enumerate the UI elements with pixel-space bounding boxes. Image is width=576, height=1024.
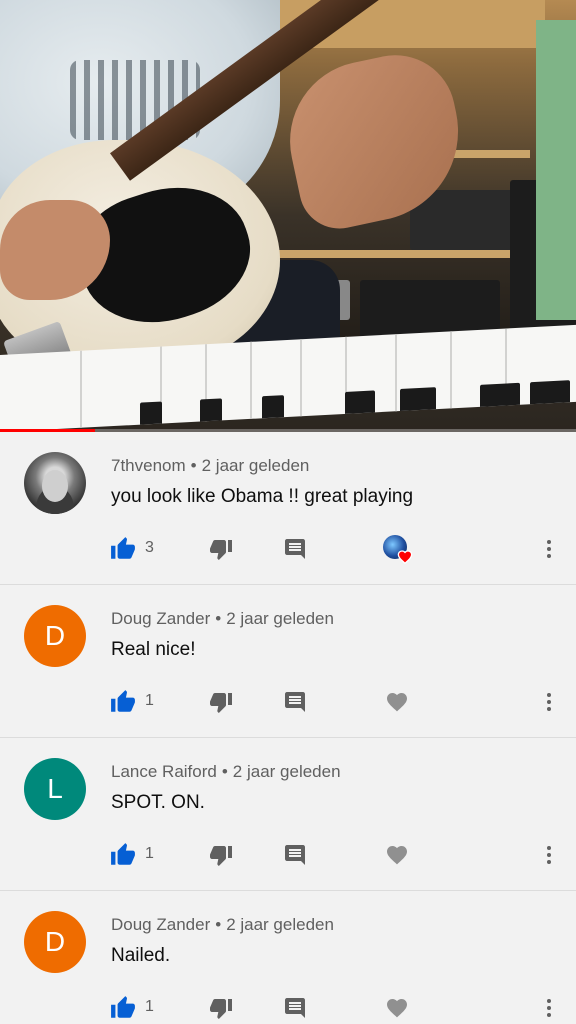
comment-time: 2 jaar geleden — [226, 915, 334, 934]
reply-icon — [285, 845, 305, 865]
comment-text: you look like Obama !! great playing — [111, 486, 414, 507]
thumb-up-icon — [111, 690, 135, 712]
dislike-button[interactable] — [209, 840, 233, 870]
comment-author[interactable]: Doug Zander — [111, 915, 210, 934]
comment-text: Real nice! — [111, 639, 196, 660]
comment-item: D Doug Zander • 2 jaar geleden Nailed. 1 — [0, 891, 576, 1024]
comment-time: 2 jaar geleden — [226, 609, 334, 628]
heart-button[interactable] — [385, 840, 409, 870]
heart-icon — [397, 550, 413, 565]
video-green-wall — [536, 20, 576, 320]
heart-button[interactable] — [385, 687, 409, 717]
comment-meta: Lance Raiford • 2 jaar geleden — [111, 762, 341, 782]
comment-actions: 1 — [0, 687, 576, 717]
reply-icon — [285, 692, 305, 712]
reply-icon — [285, 539, 305, 559]
heart-icon — [387, 999, 407, 1018]
like-count: 1 — [145, 692, 154, 709]
comment-time: 2 jaar geleden — [232, 762, 341, 781]
comment-meta: Doug Zander • 2 jaar geleden — [111, 609, 334, 629]
comment-item: 7thvenom • 2 jaar geleden you look like Ob… — [0, 432, 576, 585]
more-options-button[interactable] — [540, 534, 558, 564]
dislike-button[interactable] — [209, 993, 233, 1023]
like-button[interactable] — [110, 687, 136, 717]
like-count: 1 — [145, 998, 154, 1015]
comment-actions: 1 — [0, 993, 576, 1023]
comment-text: Nailed. — [111, 945, 171, 966]
more-vert-icon — [547, 999, 551, 1017]
thumb-up-icon — [111, 996, 135, 1018]
more-options-button[interactable] — [540, 840, 558, 870]
meta-separator: • — [215, 915, 222, 934]
comment-time: 2 jaar geleden — [201, 456, 310, 475]
like-button[interactable] — [110, 534, 136, 564]
heart-button[interactable] — [385, 993, 409, 1023]
reply-button[interactable] — [283, 840, 307, 870]
thumb-down-icon — [210, 999, 232, 1019]
thumb-down-icon — [210, 693, 232, 713]
comment-text: SPOT. ON. — [111, 792, 205, 813]
comment-meta: 7thvenom • 2 jaar geleden — [111, 456, 309, 476]
like-count: 3 — [145, 539, 154, 556]
meta-separator: • — [221, 762, 228, 781]
more-vert-icon — [547, 693, 551, 711]
creator-heart-badge — [383, 535, 413, 565]
avatar[interactable]: L — [24, 758, 86, 820]
more-vert-icon — [547, 540, 551, 558]
comments-list: 7thvenom • 2 jaar geleden you look like Ob… — [0, 432, 576, 1024]
meta-separator: • — [190, 456, 197, 475]
comment-author[interactable]: Lance Raiford — [111, 762, 217, 781]
more-options-button[interactable] — [540, 687, 558, 717]
comment-item: L Lance Raiford • 2 jaar geleden SPOT. ON.… — [0, 738, 576, 891]
reply-button[interactable] — [283, 993, 307, 1023]
reply-button[interactable] — [283, 687, 307, 717]
avatar[interactable]: D — [24, 911, 86, 973]
comment-meta: Doug Zander • 2 jaar geleden — [111, 915, 334, 935]
thumb-up-icon — [111, 537, 135, 559]
dislike-button[interactable] — [209, 687, 233, 717]
heart-icon — [387, 846, 407, 865]
like-button[interactable] — [110, 993, 136, 1023]
video-shelf — [260, 250, 530, 258]
thumb-down-icon — [210, 540, 232, 560]
avatar[interactable]: D — [24, 605, 86, 667]
more-vert-icon — [547, 846, 551, 864]
avatar[interactable] — [24, 452, 86, 514]
like-count: 1 — [145, 845, 154, 862]
comment-author[interactable]: Doug Zander — [111, 609, 210, 628]
thumb-up-icon — [111, 843, 135, 865]
video-player[interactable] — [0, 0, 576, 432]
reply-button[interactable] — [283, 534, 307, 564]
comment-actions: 3 — [0, 534, 576, 565]
meta-separator: • — [215, 609, 222, 628]
dislike-button[interactable] — [209, 534, 233, 564]
thumb-down-icon — [210, 846, 232, 866]
comment-author[interactable]: 7thvenom — [111, 456, 186, 475]
comment-item: D Doug Zander • 2 jaar geleden Real nice! … — [0, 585, 576, 738]
reply-icon — [285, 998, 305, 1018]
more-options-button[interactable] — [540, 993, 558, 1023]
heart-icon — [387, 693, 407, 712]
comment-actions: 1 — [0, 840, 576, 870]
like-button[interactable] — [110, 840, 136, 870]
